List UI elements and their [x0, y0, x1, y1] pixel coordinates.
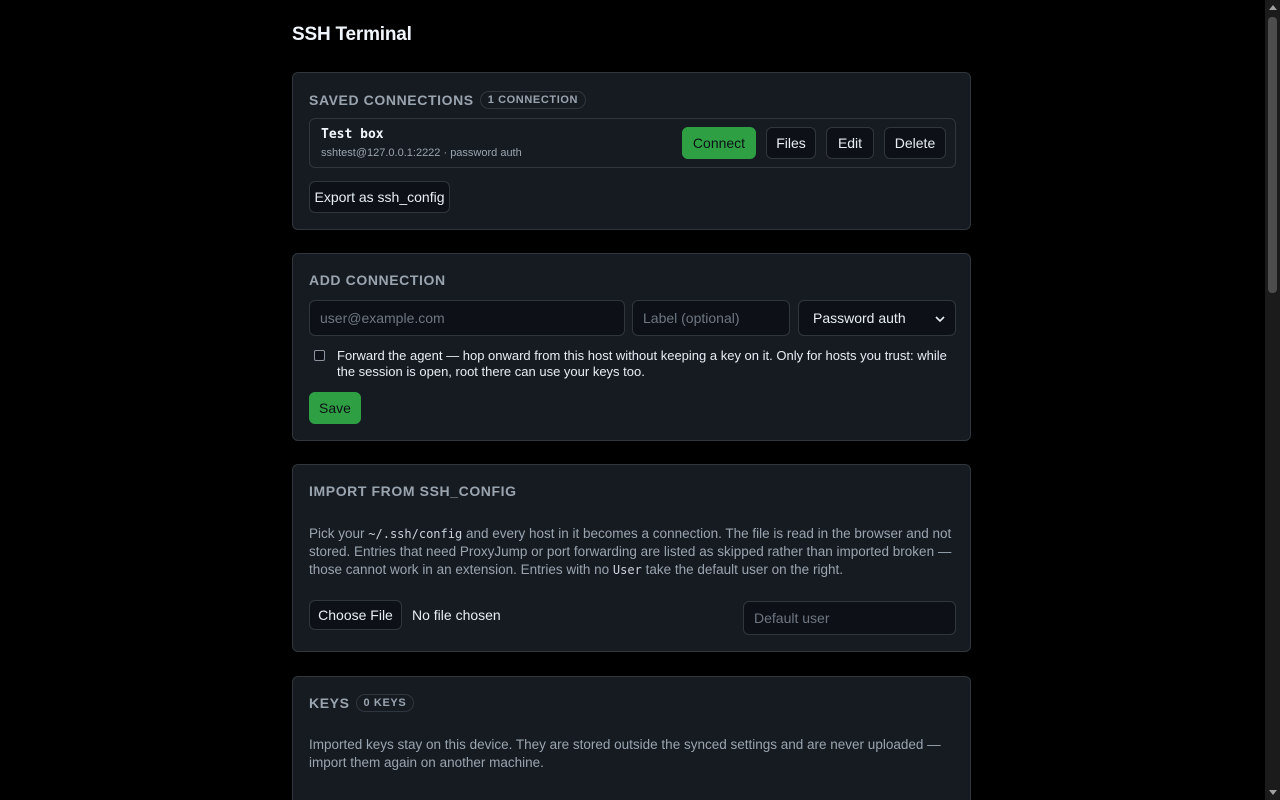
scroll-down-arrow-icon[interactable]: [1265, 785, 1280, 800]
keys-description: Imported keys stay on this device. They …: [309, 737, 941, 770]
import-desc-text-3: take the default user on the right.: [641, 562, 843, 577]
connect-button[interactable]: Connect: [682, 127, 756, 159]
edit-button[interactable]: Edit: [826, 127, 874, 159]
chevron-down-icon: [935, 310, 945, 326]
export-ssh-config-button[interactable]: Export as ssh_config: [309, 181, 450, 213]
choose-file-button[interactable]: Choose File: [309, 600, 402, 630]
import-heading: Import from ssh_config: [309, 483, 517, 499]
user-keyword-code: User: [612, 563, 642, 577]
label-input[interactable]: [632, 300, 790, 336]
connection-detail: sshtest@127.0.0.1:2222 · password auth: [321, 147, 522, 159]
saved-connections-card: Saved connections 1 connection Test box …: [292, 72, 971, 230]
default-user-input[interactable]: [743, 601, 956, 635]
add-connection-heading: Add connection: [309, 272, 446, 288]
delete-button[interactable]: Delete: [884, 127, 946, 159]
saved-connections-title: Saved connections: [309, 92, 474, 108]
connection-name: Test box: [321, 127, 384, 142]
import-title: Import from ssh_config: [309, 483, 517, 499]
forward-agent-checkbox[interactable]: [314, 350, 325, 361]
no-file-chosen-text: No file chosen: [412, 607, 501, 623]
files-button[interactable]: Files: [766, 127, 816, 159]
scroll-up-arrow-icon[interactable]: [1265, 0, 1280, 15]
keys-heading: Keys 0 keys: [309, 694, 415, 712]
forward-agent-label: Forward the agent — hop onward from this…: [337, 348, 947, 379]
add-connection-title: Add connection: [309, 272, 446, 288]
import-ssh-config-card: Import from ssh_config Pick your ~/.ssh/…: [292, 464, 971, 652]
auth-method-select[interactable]: Password auth: [798, 300, 956, 336]
keys-card: Keys 0 keys Imported keys stay on this d…: [292, 676, 971, 800]
import-desc-text-1: Pick your: [309, 526, 369, 541]
add-connection-card: Add connection Password auth Forward the…: [292, 253, 971, 441]
save-button[interactable]: Save: [309, 392, 361, 424]
import-description: Pick your ~/.ssh/config and every host i…: [309, 525, 959, 579]
page-scrollbar[interactable]: [1265, 0, 1280, 800]
keys-count-badge: 0 keys: [355, 694, 415, 712]
host-input[interactable]: [309, 300, 625, 336]
scrollbar-thumb[interactable]: [1268, 17, 1277, 293]
saved-connections-heading: Saved connections 1 connection: [309, 91, 587, 109]
keys-title: Keys: [309, 695, 350, 711]
page-title: SSH Terminal: [292, 24, 412, 45]
connection-count-badge: 1 connection: [479, 91, 587, 109]
main-viewport: SSH Terminal Saved connections 1 connect…: [0, 0, 1265, 800]
auth-method-value: Password auth: [813, 310, 906, 326]
ssh-config-path-code: ~/.ssh/config: [368, 527, 463, 541]
connection-item: Test box sshtest@127.0.0.1:2222 · passwo…: [309, 118, 956, 168]
